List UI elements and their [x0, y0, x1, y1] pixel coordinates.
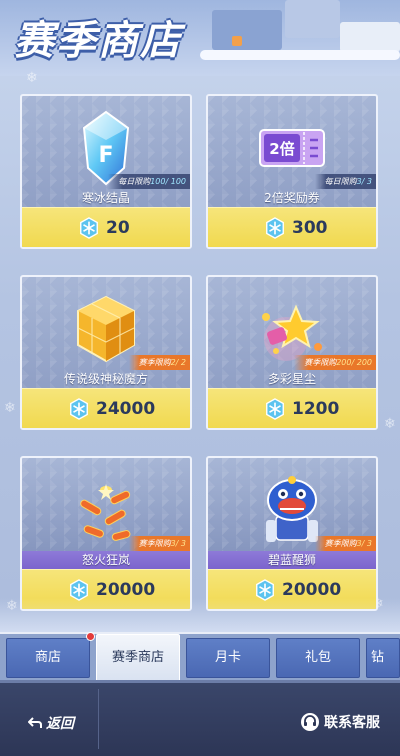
- shop-item-card[interactable]: F 每日限购100/ 100 寒冰结晶 20: [20, 94, 192, 249]
- tab-shop[interactable]: 商店: [6, 638, 90, 678]
- snowflake-currency-icon: [266, 217, 284, 239]
- contact-support-button[interactable]: 联系客服: [300, 711, 380, 733]
- price-value: 1200: [292, 399, 340, 419]
- snowflake-decoration-icon: ❄: [4, 400, 16, 416]
- snowflake-currency-icon: [266, 398, 284, 420]
- purchase-limit-badge: 赛季限购2/ 2: [128, 355, 190, 370]
- bottom-bar: 返回 联系客服: [0, 680, 400, 756]
- snowflake-currency-icon: [70, 398, 88, 420]
- price-button[interactable]: 24000: [22, 388, 190, 428]
- snowflake-currency-icon: [80, 217, 98, 239]
- support-label: 联系客服: [324, 715, 380, 731]
- item-name: 怒火狂岚: [22, 551, 190, 570]
- divider: [98, 689, 99, 749]
- lamp-decoration: [232, 36, 242, 46]
- notification-dot: [86, 632, 95, 641]
- shop-tab-bar: 商店 赛季商店 月卡 礼包 钻: [0, 632, 400, 682]
- building-decoration: [285, 0, 340, 38]
- svg-text:2倍: 2倍: [269, 140, 294, 158]
- snowflake-decoration-icon: ❄: [384, 416, 396, 432]
- item-name: 2倍奖励券: [264, 191, 320, 205]
- price-button[interactable]: 300: [208, 207, 376, 247]
- back-label: 返回: [46, 716, 74, 732]
- item-name: 碧蓝醒狮: [208, 551, 376, 570]
- tab-diamond[interactable]: 钻: [366, 638, 400, 678]
- purchase-limit-badge: 每日限购100/ 100: [108, 174, 190, 189]
- building-decoration: [212, 10, 282, 50]
- shop-item-card[interactable]: 2倍 每日限购3/ 3 2倍奖励券 300: [206, 94, 378, 249]
- snow-decoration: [200, 50, 400, 60]
- building-decoration: [340, 22, 400, 52]
- snow-ground-decoration: [0, 598, 400, 632]
- headset-icon: [301, 713, 319, 731]
- purchase-limit-badge: 每日限购3/ 3: [314, 174, 376, 189]
- purchase-limit-badge: 赛季限购3/ 3: [314, 536, 376, 551]
- shop-item-card[interactable]: 赛季限购2/ 2 传说级神秘魔方 24000: [20, 275, 192, 430]
- price-value: 20: [106, 218, 130, 238]
- shop-item-card[interactable]: 赛季限购3/ 3 碧蓝醒狮 20000: [206, 456, 378, 611]
- purchase-limit-badge: 赛季限购3/ 3: [128, 536, 190, 551]
- shop-item-card[interactable]: 赛季限购200/ 200 多彩星尘 1200: [206, 275, 378, 430]
- price-button[interactable]: 20: [22, 207, 190, 247]
- item-name: 多彩星尘: [267, 372, 316, 386]
- page-title: 赛季商店: [14, 18, 182, 64]
- snowflake-decoration-icon: ❄: [26, 70, 38, 86]
- price-button[interactable]: 1200: [208, 388, 376, 428]
- tab-season-shop[interactable]: 赛季商店: [96, 634, 180, 682]
- tab-monthly-card[interactable]: 月卡: [186, 638, 270, 678]
- item-name: 寒冰结晶: [81, 191, 130, 205]
- price-value: 300: [292, 218, 328, 238]
- price-value: 24000: [96, 399, 156, 419]
- back-arrow-icon: [28, 717, 42, 728]
- item-name: 传说级神秘魔方: [63, 372, 148, 386]
- svg-text:F: F: [98, 143, 113, 168]
- purchase-limit-badge: 赛季限购200/ 200: [294, 355, 376, 370]
- tab-gift-pack[interactable]: 礼包: [276, 638, 360, 678]
- back-button[interactable]: 返回: [28, 713, 74, 733]
- shop-item-card[interactable]: 赛季限购3/ 3 怒火狂岚 20000: [20, 456, 192, 611]
- shop-item-grid: F 每日限购100/ 100 寒冰结晶 20 2倍 每日限购3/ 3 2倍奖励券: [20, 94, 380, 611]
